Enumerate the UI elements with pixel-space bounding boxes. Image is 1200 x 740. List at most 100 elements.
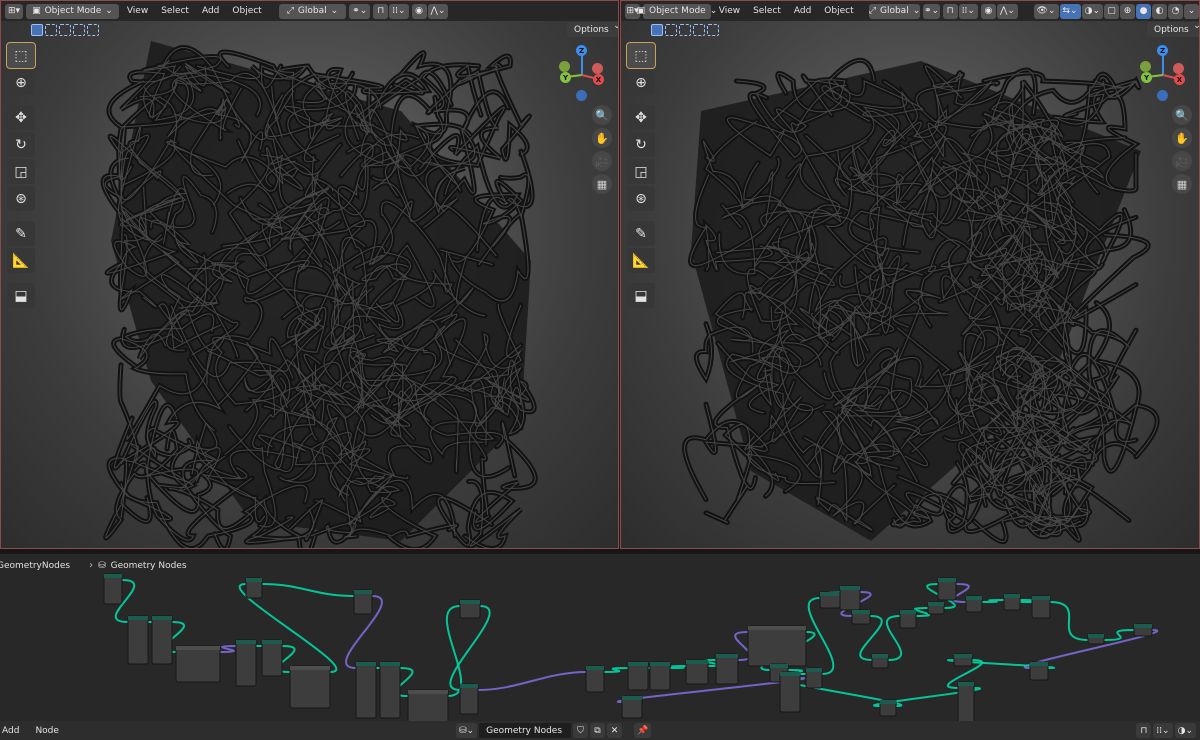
grid-ortho-icon[interactable]: ▦ (1172, 174, 1192, 194)
scale-icon[interactable]: ◲ (7, 159, 35, 184)
select-new-icon[interactable] (31, 23, 43, 36)
graph-node[interactable] (175, 645, 221, 683)
fake-user-shield-icon[interactable]: ⛉ (573, 723, 589, 738)
snap-target-icon[interactable]: ⁞⁞⌄ (389, 3, 409, 19)
menu-select[interactable]: Select (156, 6, 194, 16)
menu-node[interactable]: Node (30, 726, 64, 736)
graph-node[interactable] (621, 695, 643, 719)
proportional-edit-icon[interactable]: ◉ (980, 3, 996, 19)
camera-icon[interactable]: 🎥 (1172, 151, 1192, 171)
graph-node[interactable] (151, 615, 173, 665)
proportional-edit-icon[interactable]: ◉ (411, 3, 427, 19)
gizmo-neg-z-axis[interactable] (1157, 90, 1168, 101)
graph-node[interactable] (839, 585, 861, 611)
zoom-icon[interactable]: 🔍 (592, 105, 612, 125)
falloff-icon[interactable]: ⋀⌄ (427, 3, 449, 19)
graph-node[interactable] (1003, 593, 1021, 611)
pin-icon[interactable]: 📌 (634, 723, 652, 738)
gizmo-y-axis[interactable]: Y (1141, 72, 1152, 83)
graph-node[interactable] (355, 661, 377, 719)
snap-mode-icon[interactable]: ⁞⁞⌄ (1153, 723, 1173, 738)
transform-icon[interactable]: ⊛ (7, 186, 35, 211)
viewport-right[interactable]: ⊞▾ ▣ Object Mode ⌄ View Select Add Objec… (620, 0, 1200, 549)
move-icon[interactable]: ✥ (627, 105, 655, 130)
gizmo-x-axis[interactable]: X (1174, 74, 1185, 85)
gizmo-y-axis[interactable]: Y (560, 72, 571, 83)
graph-node[interactable] (1087, 633, 1105, 645)
transform-orientation-selector[interactable]: ⤢ Global ⌄ (278, 3, 347, 19)
zoom-icon[interactable]: 🔍 (1172, 105, 1192, 125)
snap-toggle-icon[interactable]: ⊓ (373, 3, 389, 19)
graph-node[interactable] (379, 661, 401, 719)
select-intersect-icon[interactable] (87, 23, 99, 36)
shading-rendered-icon[interactable]: ◔ (1168, 3, 1184, 19)
graph-node[interactable] (127, 615, 149, 665)
hand-pan-icon[interactable]: ✋ (592, 128, 612, 148)
graph-node[interactable] (805, 667, 823, 689)
hand-pan-icon[interactable]: ✋ (1172, 128, 1192, 148)
transform-icon[interactable]: ⊛ (627, 186, 655, 211)
options-dropdown[interactable]: Options (1147, 21, 1199, 37)
graph-node[interactable] (779, 671, 801, 713)
annotate-icon[interactable]: ✎ (7, 221, 35, 246)
breadcrumb-parent[interactable]: GeometryNodes (0, 561, 70, 571)
select-new-icon[interactable] (651, 23, 663, 36)
menu-object[interactable]: Object (227, 6, 266, 16)
select-box-icon[interactable]: ⬚ (626, 42, 656, 69)
shading-options-icon[interactable]: ⌄ (1184, 3, 1199, 19)
select-invert-icon[interactable] (73, 23, 85, 36)
transform-orientation-selector[interactable]: ⤢ Global ⌄ (868, 3, 921, 19)
graph-node[interactable] (459, 683, 479, 715)
overlay-icon[interactable]: ◑⌄ (1174, 723, 1196, 738)
shading-material-icon[interactable]: ◐ (1152, 3, 1168, 19)
snap-toggle-icon[interactable]: ⊓ (942, 3, 958, 19)
graph-node[interactable] (245, 577, 263, 599)
select-intersect-icon[interactable] (707, 23, 719, 36)
node-tree-name[interactable]: Geometry Nodes (479, 723, 572, 738)
move-icon[interactable]: ✥ (7, 105, 35, 130)
viewport-left[interactable]: ⊞▾ ▣ Object Mode ⌄ View Select Add Objec… (0, 0, 619, 549)
menu-add[interactable]: Add (0, 726, 24, 736)
graph-node[interactable] (261, 639, 283, 677)
node-tree-browse-icon[interactable]: ⛁⌄ (456, 723, 478, 738)
gizmo-toggle-icon[interactable]: ⇆⌄ (1059, 3, 1081, 19)
gizmo-neg-x-axis[interactable] (1173, 63, 1184, 74)
graph-node[interactable] (585, 665, 605, 693)
graph-node[interactable] (953, 653, 973, 667)
navigation-gizmo[interactable]: Z Y X (1139, 45, 1191, 103)
graph-node[interactable] (1031, 595, 1051, 619)
breadcrumb-current[interactable]: Geometry Nodes (111, 561, 187, 571)
menu-view[interactable]: View (714, 6, 745, 16)
select-extend-icon[interactable] (45, 23, 57, 36)
shading-wireframe-icon[interactable]: ⊕ (1120, 3, 1136, 19)
overlay-toggle-icon[interactable]: ◑⌄ (1081, 3, 1104, 19)
xray-icon[interactable]: ▢ (1104, 3, 1120, 19)
falloff-icon[interactable]: ⋀⌄ (996, 3, 1018, 19)
duplicate-icon[interactable]: ⧉ (590, 723, 606, 738)
cursor-icon[interactable]: ⊕ (7, 70, 35, 95)
shading-solid-icon[interactable]: ● (1136, 3, 1152, 19)
cursor-icon[interactable]: ⊕ (627, 70, 655, 95)
graph-node[interactable] (407, 689, 449, 721)
select-extend-icon[interactable] (665, 23, 677, 36)
graph-node[interactable] (851, 609, 871, 625)
node-editor[interactable]: GeometryNodes › ⛁ Geometry Nodes (0, 554, 1200, 721)
graph-node[interactable] (649, 661, 671, 691)
menu-view[interactable]: View (122, 6, 153, 16)
menu-select[interactable]: Select (748, 6, 786, 16)
graph-node[interactable] (1029, 661, 1049, 681)
grid-ortho-icon[interactable]: ▦ (592, 174, 612, 194)
pivot-point-button[interactable]: ⚭⌄ (923, 3, 940, 19)
graph-node[interactable] (957, 681, 975, 721)
graph-node[interactable] (965, 595, 983, 613)
measure-icon[interactable]: 📐 (627, 248, 655, 273)
visibility-icon[interactable]: 👁⌄ (1033, 3, 1059, 19)
graph-node[interactable] (627, 661, 649, 691)
editor-type-button[interactable]: ⊞▾ (5, 3, 24, 19)
options-dropdown[interactable]: Options (567, 21, 618, 37)
gizmo-z-axis[interactable]: Z (1157, 45, 1168, 56)
menu-add[interactable]: Add (789, 6, 816, 16)
menu-add[interactable]: Add (197, 6, 224, 16)
graph-node[interactable] (937, 577, 957, 601)
graph-node[interactable] (819, 591, 841, 609)
